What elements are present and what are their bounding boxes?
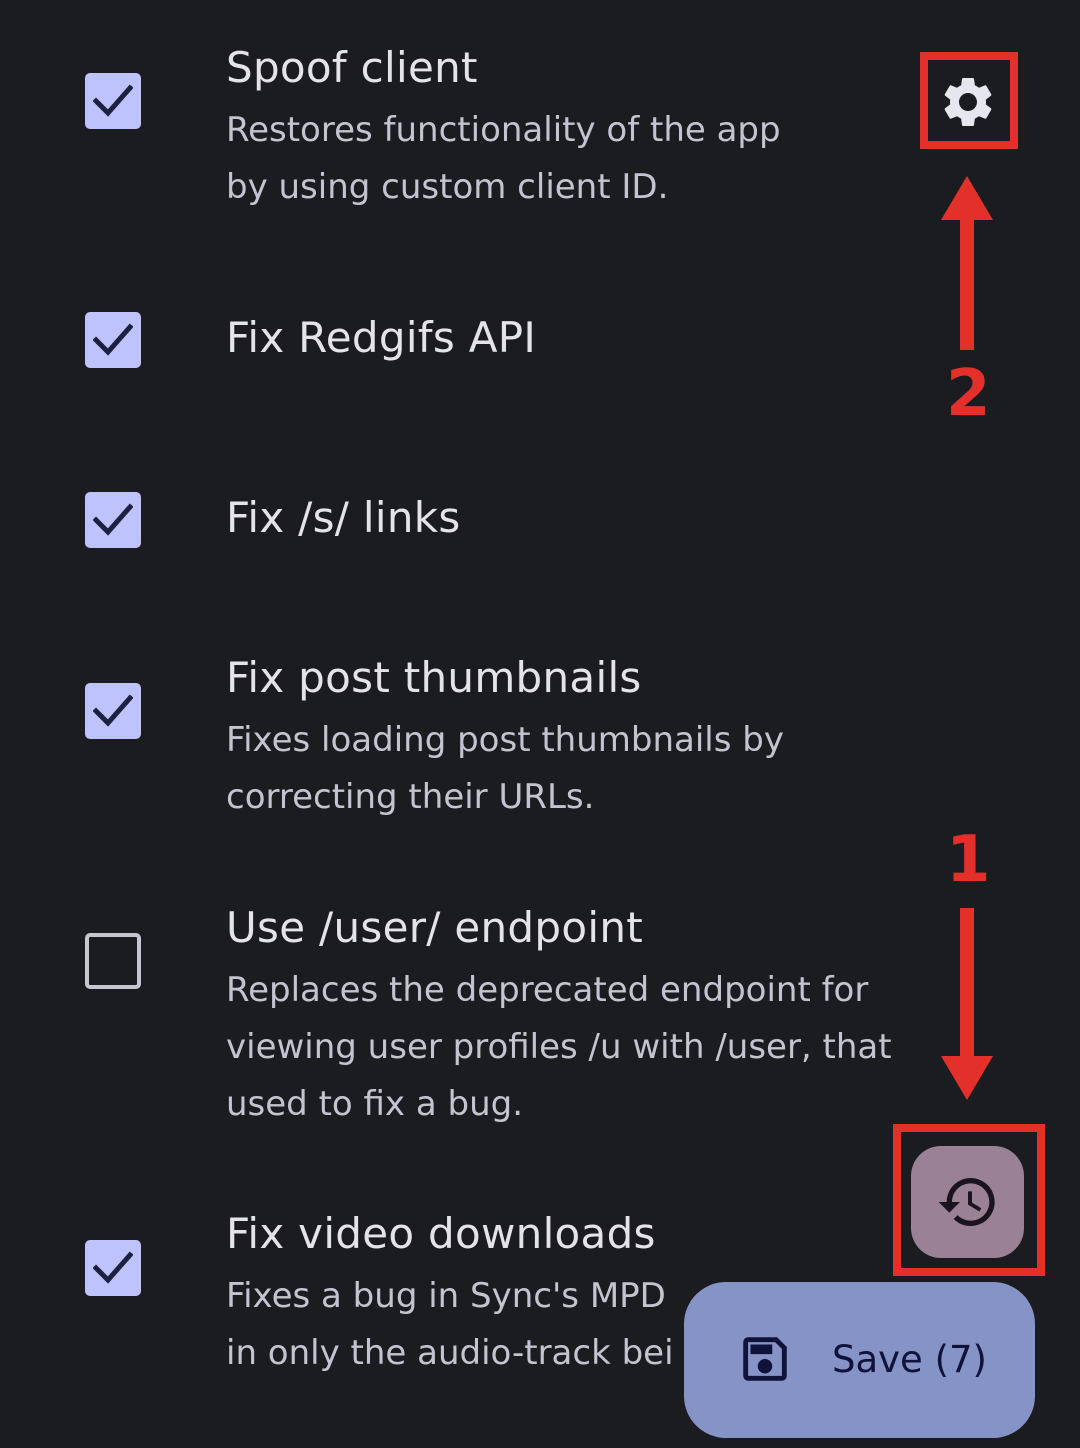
patch-text-spoof-client: Spoof client Restores functionality of t…: [226, 40, 781, 216]
patch-title: Fix video downloads: [226, 1209, 656, 1258]
patch-description: Fixes a bug in Sync's MPD in only the aud…: [226, 1268, 674, 1382]
patch-description: Fixes loading post thumbnails by correcti…: [226, 712, 784, 826]
patch-text-fix-post-thumbnails: Fix post thumbnails Fixes loading post t…: [226, 650, 784, 826]
patch-checkbox-spoof-client[interactable]: [85, 73, 141, 129]
check-icon: [93, 694, 133, 727]
patch-description-line: by using custom client ID.: [226, 167, 669, 207]
annotation-box-restore: [893, 1124, 1045, 1276]
patch-text-use-user-endpoint: Use /user/ endpoint Replaces the depreca…: [226, 900, 892, 1133]
annotation-box-settings: [920, 52, 1018, 149]
check-icon: [93, 84, 133, 117]
arrow-down-icon: [941, 908, 993, 1100]
patch-checkbox-fix-video-downloads[interactable]: [85, 1240, 141, 1296]
patch-text-fix-redgifs-api: Fix Redgifs API: [226, 310, 536, 366]
patch-description-line: viewing user profiles /u with /user, tha…: [226, 1027, 892, 1067]
check-icon: [93, 503, 133, 536]
patch-title: Fix Redgifs API: [226, 313, 537, 362]
patch-title: Spoof client: [226, 43, 478, 92]
patch-description-line: Fixes loading post thumbnails by: [226, 720, 784, 760]
patch-checkbox-fix-post-thumbnails[interactable]: [85, 683, 141, 739]
check-icon: [93, 323, 133, 356]
annotation-step-1: 1: [946, 823, 991, 897]
patch-description-line: correcting their URLs.: [226, 777, 595, 817]
patch-description-line: in only the audio-track bei: [226, 1333, 674, 1373]
patch-title: Use /user/ endpoint: [226, 903, 644, 952]
patch-description-line: used to fix a bug.: [226, 1084, 524, 1124]
patch-description-line: Fixes a bug in Sync's MPD: [226, 1276, 666, 1316]
patch-selector-screen: Spoof client Restores functionality of t…: [0, 0, 1080, 1448]
save-button-label: Save (7): [832, 1338, 987, 1381]
patch-title: Fix /s/ links: [226, 493, 461, 542]
arrow-up-icon: [941, 176, 993, 350]
patch-checkbox-fix-redgifs-api[interactable]: [85, 312, 141, 368]
save-icon: [743, 1337, 787, 1381]
patch-description: Replaces the deprecated endpoint for view…: [226, 962, 892, 1133]
patch-checkbox-fix-s-links[interactable]: [85, 492, 141, 548]
patch-description: Restores functionality of the app by usin…: [226, 102, 781, 216]
annotation-step-2: 2: [946, 357, 991, 431]
patch-checkbox-use-user-endpoint[interactable]: [85, 933, 141, 989]
patch-text-fix-s-links: Fix /s/ links: [226, 490, 461, 546]
patch-text-fix-video-downloads: Fix video downloads Fixes a bug in Sync'…: [226, 1206, 674, 1382]
check-icon: [93, 1251, 133, 1284]
save-button[interactable]: Save (7): [684, 1282, 1035, 1438]
patch-title: Fix post thumbnails: [226, 653, 642, 702]
patch-description-line: Replaces the deprecated endpoint for: [226, 970, 869, 1010]
patch-description-line: Restores functionality of the app: [226, 110, 781, 150]
